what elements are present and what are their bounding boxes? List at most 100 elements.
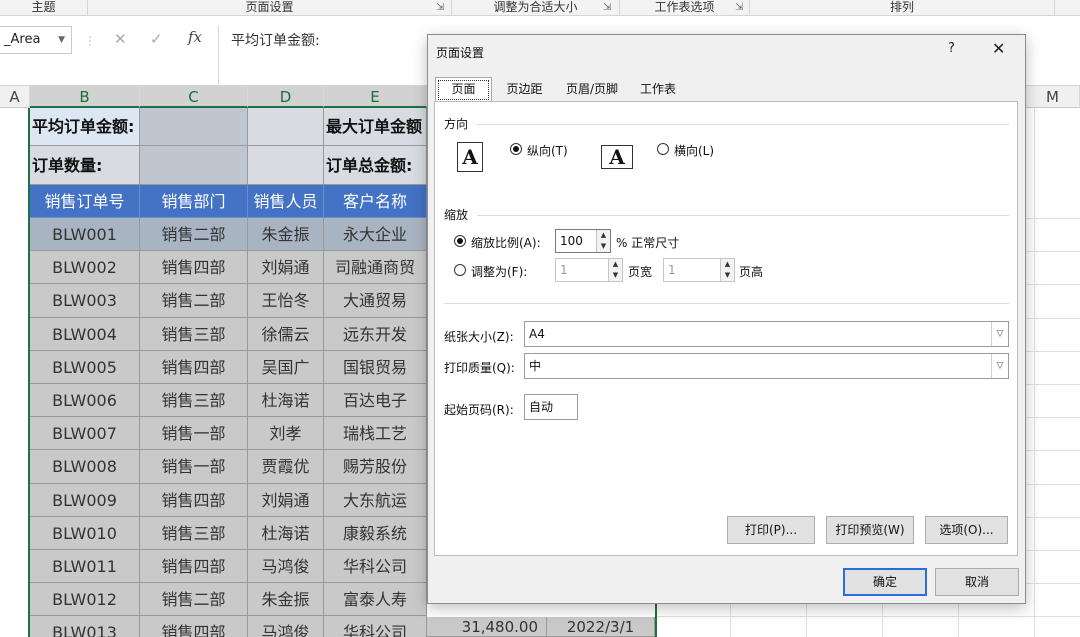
column-header-m[interactable]: M — [1026, 86, 1080, 108]
insert-function-icon[interactable]: fx — [188, 28, 202, 46]
close-icon[interactable]: ✕ — [992, 39, 1005, 58]
adjust-to-label[interactable]: 缩放比例(A): — [471, 234, 541, 251]
customer-cell[interactable]: 富泰人寿 — [324, 583, 427, 616]
ok-button[interactable]: 确定 — [843, 568, 927, 596]
department-cell[interactable]: 销售一部 — [140, 450, 248, 484]
customer-cell[interactable]: 赐芳股份 — [324, 450, 427, 484]
scale-percent-input[interactable]: 100 ▲ ▼ — [555, 229, 611, 253]
fit-to-label[interactable]: 调整为(F): — [471, 263, 527, 280]
salesperson-cell[interactable]: 杜海诺 — [248, 384, 324, 417]
cancel-icon[interactable]: ✕ — [114, 30, 127, 48]
department-cell[interactable]: 销售三部 — [140, 517, 248, 550]
salesperson-cell[interactable]: 贾霞优 — [248, 450, 324, 484]
fit-pages-tall-input[interactable]: 1 ▲ ▼ — [663, 258, 735, 282]
customer-cell[interactable]: 华科公司 — [324, 616, 427, 637]
tab-header-footer[interactable]: 页眉/页脚 — [557, 77, 627, 101]
enter-icon[interactable]: ✓ — [150, 30, 163, 48]
header-customer[interactable]: 客户名称 — [324, 185, 427, 218]
name-box[interactable]: _Area ▼ — [0, 26, 72, 54]
customer-cell[interactable]: 远东开发 — [324, 318, 427, 351]
department-cell[interactable]: 销售四部 — [140, 550, 248, 583]
department-cell[interactable]: 销售四部 — [140, 484, 248, 517]
header-order-id[interactable]: 销售订单号 — [30, 185, 140, 218]
customer-cell[interactable]: 华科公司 — [324, 550, 427, 583]
customer-cell[interactable]: 康毅系统 — [324, 517, 427, 550]
order-id-cell[interactable]: BLW012 — [30, 583, 140, 616]
department-cell[interactable]: 销售二部 — [140, 583, 248, 616]
order-id-cell[interactable]: BLW004 — [30, 318, 140, 351]
order-id-cell[interactable]: BLW010 — [30, 517, 140, 550]
spinner-arrows-icon[interactable]: ▲ ▼ — [720, 259, 734, 281]
order-count-label[interactable]: 订单数量: — [30, 146, 140, 185]
empty-cell[interactable] — [248, 108, 324, 146]
order-id-cell[interactable]: BLW001 — [30, 218, 140, 251]
chevron-down-icon[interactable]: ▼ — [58, 27, 65, 53]
department-cell[interactable]: 销售四部 — [140, 616, 248, 637]
spinner-arrows-icon[interactable]: ▲ ▼ — [596, 230, 610, 252]
salesperson-cell[interactable]: 杜海诺 — [248, 517, 324, 550]
fit-to-radio[interactable] — [454, 264, 466, 276]
department-cell[interactable]: 销售三部 — [140, 384, 248, 417]
order-id-cell[interactable]: BLW011 — [30, 550, 140, 583]
first-page-number-input[interactable]: 自动 — [524, 394, 578, 420]
column-header-e[interactable]: E — [324, 86, 427, 108]
landscape-label[interactable]: 横向(L) — [674, 142, 714, 159]
salesperson-cell[interactable]: 王怡冬 — [248, 284, 324, 318]
customer-cell[interactable]: 国银贸易 — [324, 351, 427, 384]
chevron-down-icon[interactable]: ▽ — [991, 322, 1008, 346]
portrait-radio[interactable] — [510, 143, 522, 155]
print-button[interactable]: 打印(P)... — [727, 516, 815, 544]
customer-cell[interactable]: 司融通商贸 — [324, 251, 427, 284]
order-id-cell[interactable]: BLW003 — [30, 284, 140, 318]
spinner-arrows-icon[interactable]: ▲ ▼ — [608, 259, 622, 281]
customer-cell[interactable]: 永大企业 — [324, 218, 427, 251]
salesperson-cell[interactable]: 刘娟通 — [248, 251, 324, 284]
order-id-cell[interactable]: BLW005 — [30, 351, 140, 384]
order-count-value-cell[interactable] — [140, 146, 248, 185]
order-id-cell[interactable]: BLW002 — [30, 251, 140, 284]
salesperson-cell[interactable]: 马鸿俊 — [248, 550, 324, 583]
order-date-cell[interactable]: 2022/3/1 — [547, 617, 655, 637]
empty-cell[interactable] — [248, 146, 324, 185]
department-cell[interactable]: 销售一部 — [140, 417, 248, 450]
order-id-cell[interactable]: BLW013 — [30, 616, 140, 637]
max-order-label[interactable]: 最大订单金额 — [324, 108, 427, 146]
tab-page[interactable]: 页面 — [435, 77, 492, 103]
cancel-button[interactable]: 取消 — [935, 568, 1019, 596]
chevron-down-icon[interactable]: ▽ — [991, 354, 1008, 378]
department-cell[interactable]: 销售二部 — [140, 284, 248, 318]
column-header-c[interactable]: C — [140, 86, 248, 108]
salesperson-cell[interactable]: 朱金振 — [248, 218, 324, 251]
average-order-label[interactable]: 平均订单金额: — [30, 108, 140, 146]
salesperson-cell[interactable]: 刘孝 — [248, 417, 324, 450]
header-salesperson[interactable]: 销售人员 — [248, 185, 324, 218]
customer-cell[interactable]: 大东航运 — [324, 484, 427, 517]
tab-sheet[interactable]: 工作表 — [631, 77, 685, 101]
column-header-a[interactable]: A — [0, 86, 30, 108]
print-preview-button[interactable]: 打印预览(W) — [826, 516, 914, 544]
header-department[interactable]: 销售部门 — [140, 185, 248, 218]
adjust-to-radio[interactable] — [454, 235, 466, 247]
order-amount-cell[interactable]: 31,480.00 — [427, 617, 547, 637]
print-quality-select[interactable]: 中 ▽ — [524, 353, 1009, 379]
customer-cell[interactable]: 瑞栈工艺 — [324, 417, 427, 450]
department-cell[interactable]: 销售二部 — [140, 218, 248, 251]
department-cell[interactable]: 销售三部 — [140, 318, 248, 351]
order-id-cell[interactable]: BLW007 — [30, 417, 140, 450]
salesperson-cell[interactable]: 马鸿俊 — [248, 616, 324, 637]
salesperson-cell[interactable]: 刘娟通 — [248, 484, 324, 517]
department-cell[interactable]: 销售四部 — [140, 351, 248, 384]
order-id-cell[interactable]: BLW009 — [30, 484, 140, 517]
customer-cell[interactable]: 百达电子 — [324, 384, 427, 417]
fit-pages-wide-input[interactable]: 1 ▲ ▼ — [555, 258, 623, 282]
salesperson-cell[interactable]: 吴国广 — [248, 351, 324, 384]
sheet-options-launcher-icon[interactable]: ⇲ — [735, 2, 743, 13]
column-header-d[interactable]: D — [248, 86, 324, 108]
tab-margins[interactable]: 页边距 — [497, 77, 552, 101]
help-icon[interactable]: ? — [948, 41, 955, 56]
scale-to-fit-launcher-icon[interactable]: ⇲ — [603, 2, 611, 13]
landscape-radio[interactable] — [657, 143, 669, 155]
salesperson-cell[interactable]: 朱金振 — [248, 583, 324, 616]
options-button[interactable]: 选项(O)... — [925, 516, 1008, 544]
order-id-cell[interactable]: BLW008 — [30, 450, 140, 484]
